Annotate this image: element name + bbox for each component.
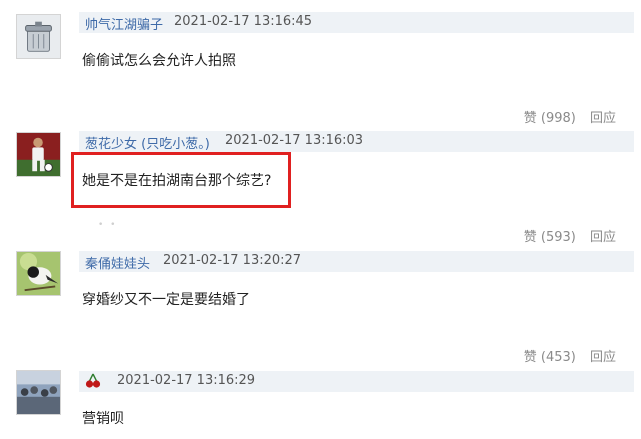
- crowd-avatar-icon[interactable]: [16, 370, 61, 415]
- author-link[interactable]: 葱花少女 (只吃小葱。): [85, 133, 210, 152]
- reply-button[interactable]: 回应: [590, 230, 616, 245]
- bird-avatar-icon[interactable]: [16, 251, 61, 296]
- author-note[interactable]: (只吃小葱。): [141, 137, 210, 152]
- comment-text: 营销呗: [82, 411, 124, 427]
- comment-text: 偷偷试怎么会允许人拍照: [82, 53, 236, 69]
- author-name[interactable]: 葱花少女: [85, 137, 137, 152]
- comment-actions: 赞 (593) 回应: [524, 226, 616, 245]
- comment-meta-bar: 秦俑娃娃头 2021-02-17 13:20:27: [79, 251, 634, 272]
- trash-can-avatar-icon[interactable]: [16, 14, 61, 59]
- comment-meta-bar: 2021-02-17 13:16:29: [79, 371, 634, 392]
- cherry-icon[interactable]: [85, 373, 101, 389]
- reply-button[interactable]: 回应: [590, 111, 616, 126]
- like-button[interactable]: 赞 (998): [524, 111, 576, 126]
- reply-button[interactable]: 回应: [590, 350, 616, 365]
- author-link[interactable]: 帅气江湖骗子: [85, 14, 163, 33]
- comment-meta-bar: 帅气江湖骗子 2021-02-17 13:16:45: [79, 12, 634, 33]
- like-button[interactable]: 赞 (593): [524, 230, 576, 245]
- comment-timestamp: 2021-02-17 13:20:27: [163, 253, 302, 268]
- comment-timestamp: 2021-02-17 13:16:29: [117, 373, 256, 388]
- comment-meta-bar: 葱花少女 (只吃小葱。) 2021-02-17 13:16:03: [79, 131, 634, 152]
- football-player-avatar-icon[interactable]: [16, 132, 61, 177]
- comment-timestamp: 2021-02-17 13:16:03: [225, 133, 364, 148]
- comment-timestamp: 2021-02-17 13:16:45: [174, 14, 313, 29]
- author-link[interactable]: 秦俑娃娃头: [85, 253, 150, 272]
- comment-text: 穿婚纱又不一定是要结婚了: [82, 292, 250, 308]
- like-button[interactable]: 赞 (453): [524, 350, 576, 365]
- comment-actions: 赞 (998) 回应: [524, 107, 616, 126]
- highlight-box: [71, 152, 291, 208]
- divider-dots: • •: [98, 220, 118, 230]
- comment-actions: 赞 (453) 回应: [524, 346, 616, 365]
